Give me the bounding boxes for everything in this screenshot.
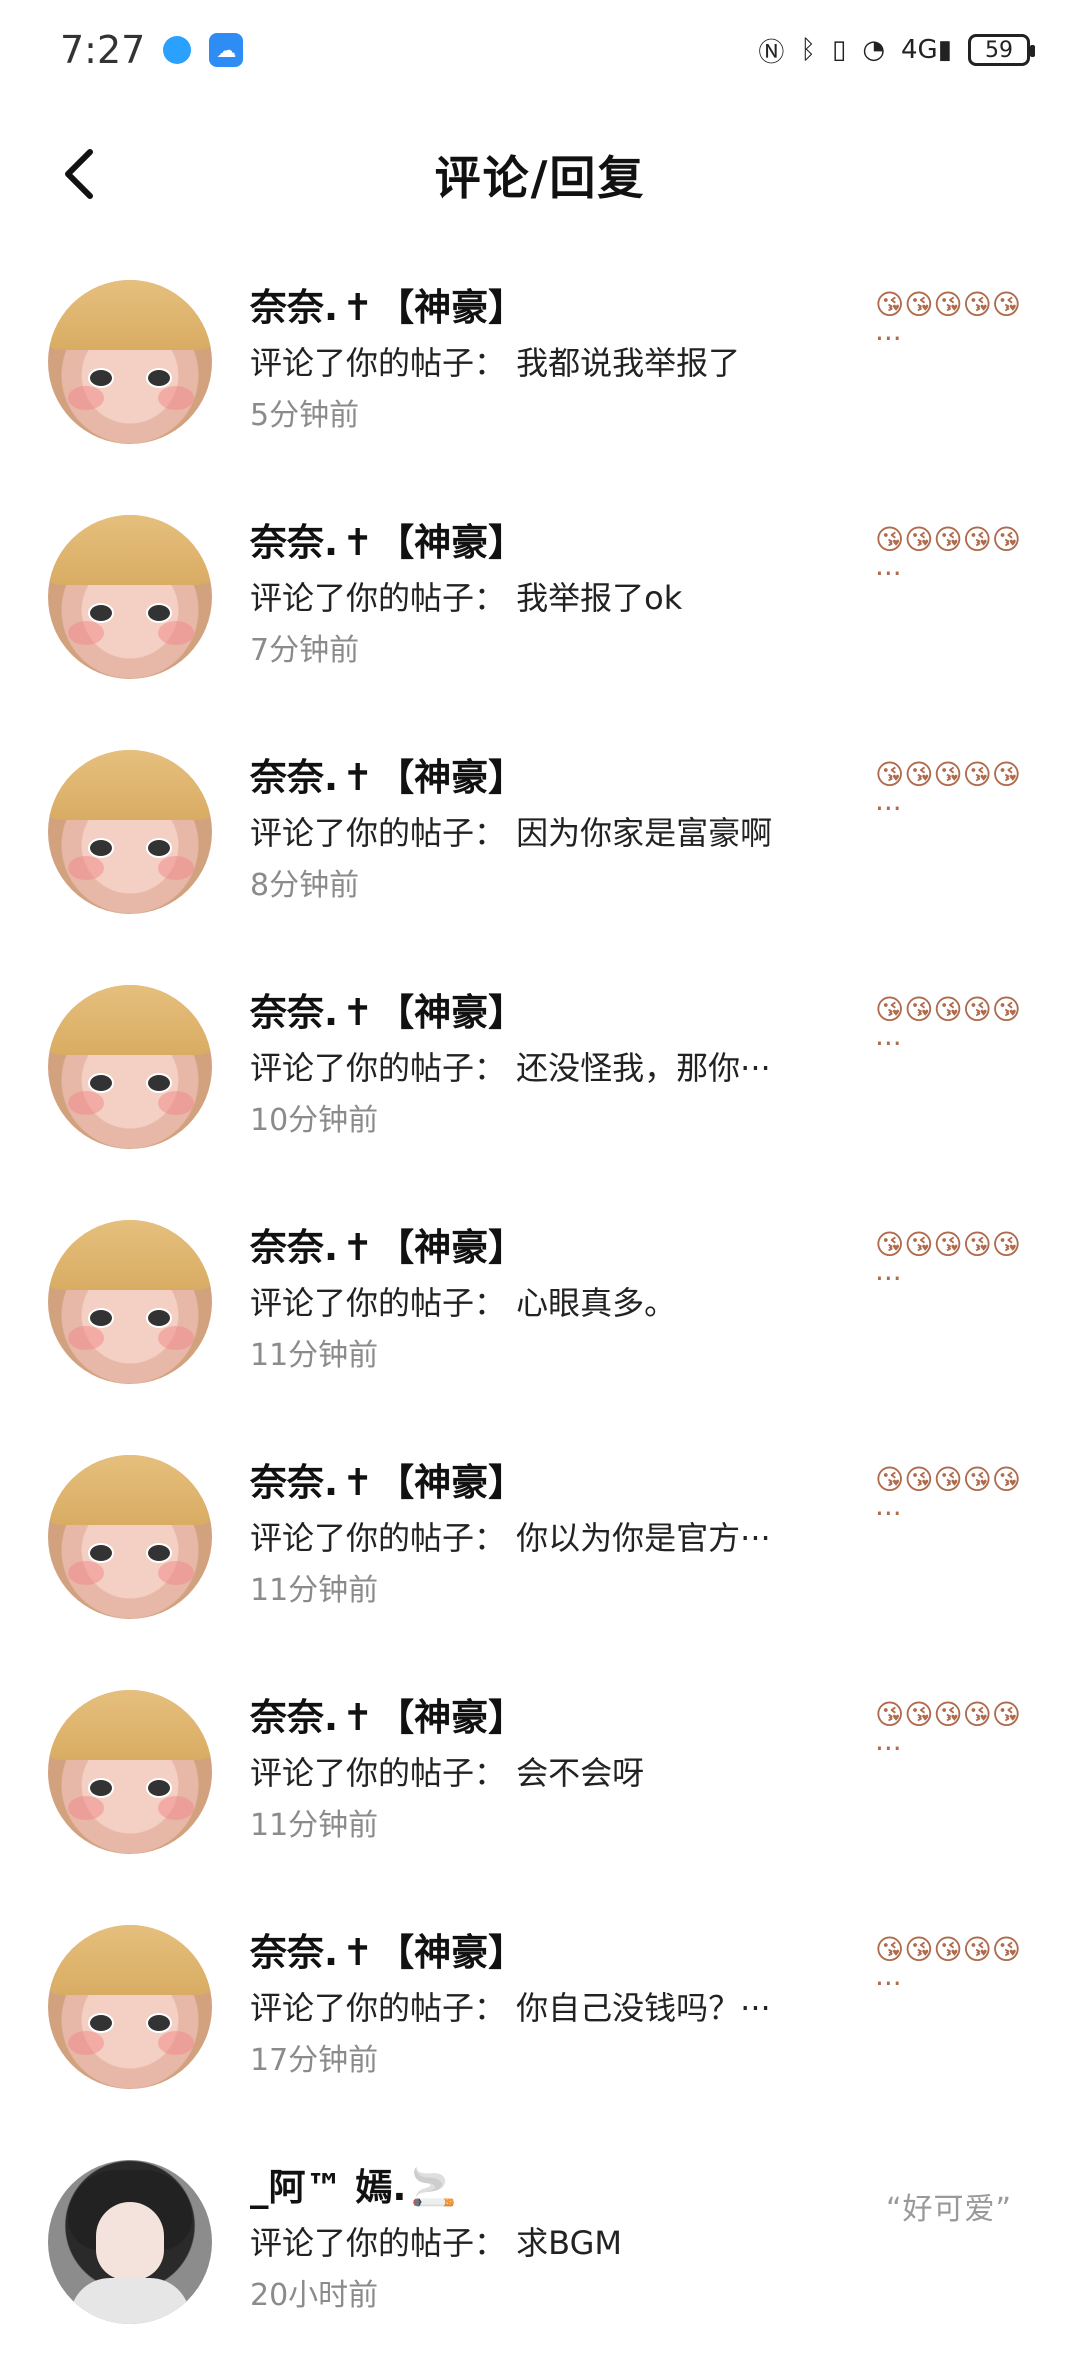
avatar[interactable] <box>48 1925 212 2089</box>
page-header: 评论/回复 <box>0 110 1080 240</box>
comment-text: 评论了你的帖子： 求BGM <box>250 2224 622 2262</box>
cross-icon: ✝ <box>342 1461 374 1504</box>
post-thumbnail-emojis[interactable]: 😘😘😘😘😘··· <box>875 288 1040 356</box>
post-thumbnail-emojis[interactable]: 😘😘😘😘😘··· <box>875 1933 1040 2001</box>
comment-text: 评论了你的帖子： 因为你家是富豪啊 <box>250 814 773 852</box>
comment-time: 11分钟前 <box>250 1338 379 1373</box>
weather-app-icon: ☁ <box>209 33 244 67</box>
comment-text: 评论了你的帖子： 我举报了ok <box>250 579 683 617</box>
comment-content: 奈奈. ✝ 【神豪】 评论了你的帖子： 还没怪我，那你··· 10分钟前 <box>250 985 840 1147</box>
user-name[interactable]: 奈奈. ✝ 【神豪】 <box>250 985 840 1041</box>
user-name[interactable]: 奈奈. ✝ 【神豪】 <box>250 1690 840 1746</box>
comment-content: 奈奈. ✝ 【神豪】 评论了你的帖子： 心眼真多。 11分钟前 <box>250 1220 840 1382</box>
back-button[interactable] <box>50 144 110 204</box>
comment-item[interactable]: 奈奈. ✝ 【神豪】 评论了你的帖子： 因为你家是富豪啊 8分钟前 😘😘😘😘😘·… <box>0 720 1080 955</box>
wifi-icon: ◔ <box>862 35 885 65</box>
post-thumbnail-emojis[interactable]: 😘😘😘😘😘··· <box>875 993 1040 1061</box>
post-thumbnail-emojis[interactable]: 😘😘😘😘😘··· <box>875 1698 1040 1766</box>
comment-time: 10分钟前 <box>250 1103 379 1138</box>
user-name[interactable]: _阿™ 嫣. 🚬 <box>250 2160 840 2216</box>
comment-text: 评论了你的帖子： 心眼真多。 <box>250 1284 677 1322</box>
avatar[interactable] <box>48 515 212 679</box>
vibrate-icon: ▯ <box>832 35 847 65</box>
avatar[interactable] <box>48 1455 212 1619</box>
comment-item[interactable]: 奈奈. ✝ 【神豪】 评论了你的帖子： 你以为你是官方··· 11分钟前 😘😘😘… <box>0 1425 1080 1660</box>
post-thumbnail-emojis[interactable]: 😘😘😘😘😘··· <box>875 523 1040 591</box>
chevron-left-icon <box>65 149 93 199</box>
status-right: Ⓝ ᛒ ▯ ◔ 4G▮ 59 <box>758 32 1035 69</box>
comment-time: 8分钟前 <box>250 868 360 903</box>
cross-icon: ✝ <box>342 1931 374 1974</box>
signal-4g-icon: 4G▮ <box>901 35 952 65</box>
battery-level: 59 <box>985 37 1013 63</box>
comment-time: 7分钟前 <box>250 633 360 668</box>
comment-list: 奈奈. ✝ 【神豪】 评论了你的帖子： 我都说我举报了 5分钟前 😘😘😘😘😘··… <box>0 250 1080 2365</box>
comment-text: 评论了你的帖子： 你自己没钱吗？··· <box>250 1989 771 2027</box>
battery-indicator: 59 <box>968 34 1035 66</box>
user-name[interactable]: 奈奈. ✝ 【神豪】 <box>250 1925 840 1981</box>
user-name[interactable]: 奈奈. ✝ 【神豪】 <box>250 750 840 806</box>
cigarette-icon: 🚬 <box>410 2166 457 2209</box>
post-thumbnail-emojis[interactable]: 😘😘😘😘😘··· <box>875 1228 1040 1296</box>
comment-text: 评论了你的帖子： 会不会呀 <box>250 1754 645 1792</box>
page-title: 评论/回复 <box>434 151 646 205</box>
comment-item[interactable]: _阿™ 嫣. 🚬 评论了你的帖子： 求BGM 20小时前 “好可爱” <box>0 2130 1080 2365</box>
cross-icon: ✝ <box>342 756 374 799</box>
cross-icon: ✝ <box>342 991 374 1034</box>
status-bar: 7:27 ☁ Ⓝ ᛒ ▯ ◔ 4G▮ 59 <box>0 0 1080 100</box>
comment-time: 5分钟前 <box>250 398 360 433</box>
cross-icon: ✝ <box>342 521 374 564</box>
avatar[interactable] <box>48 280 212 444</box>
comment-content: 奈奈. ✝ 【神豪】 评论了你的帖子： 因为你家是富豪啊 8分钟前 <box>250 750 840 912</box>
status-left: 7:27 ☁ <box>60 28 244 72</box>
comment-item[interactable]: 奈奈. ✝ 【神豪】 评论了你的帖子： 我举报了ok 7分钟前 😘😘😘😘😘··· <box>0 485 1080 720</box>
avatar[interactable] <box>48 1220 212 1384</box>
post-thumbnail-emojis[interactable]: 😘😘😘😘😘··· <box>875 758 1040 826</box>
comment-item[interactable]: 奈奈. ✝ 【神豪】 评论了你的帖子： 会不会呀 11分钟前 😘😘😘😘😘··· <box>0 1660 1080 1895</box>
bluetooth-icon: ᛒ <box>800 35 816 65</box>
comment-content: _阿™ 嫣. 🚬 评论了你的帖子： 求BGM 20小时前 <box>250 2160 840 2322</box>
user-name[interactable]: 奈奈. ✝ 【神豪】 <box>250 1455 840 1511</box>
cross-icon: ✝ <box>342 286 374 329</box>
comment-text: 评论了你的帖子： 我都说我举报了 <box>250 344 741 382</box>
status-time: 7:27 <box>60 28 146 72</box>
post-thumbnail-quote[interactable]: “好可爱” <box>886 2184 1012 2228</box>
comment-item[interactable]: 奈奈. ✝ 【神豪】 评论了你的帖子： 我都说我举报了 5分钟前 😘😘😘😘😘··… <box>0 250 1080 485</box>
comment-content: 奈奈. ✝ 【神豪】 评论了你的帖子： 会不会呀 11分钟前 <box>250 1690 840 1852</box>
app-notification-icon <box>163 36 192 64</box>
comment-content: 奈奈. ✝ 【神豪】 评论了你的帖子： 你自己没钱吗？··· 17分钟前 <box>250 1925 840 2087</box>
avatar[interactable] <box>48 1690 212 1854</box>
post-thumbnail-emojis[interactable]: 😘😘😘😘😘··· <box>875 1463 1040 1531</box>
comment-time: 17分钟前 <box>250 2043 379 2078</box>
comment-text: 评论了你的帖子： 你以为你是官方··· <box>250 1519 771 1557</box>
nfc-icon: Ⓝ <box>758 37 785 68</box>
cross-icon: ✝ <box>342 1226 374 1269</box>
comment-item[interactable]: 奈奈. ✝ 【神豪】 评论了你的帖子： 你自己没钱吗？··· 17分钟前 😘😘😘… <box>0 1895 1080 2130</box>
comment-time: 11分钟前 <box>250 1573 379 1608</box>
avatar[interactable] <box>48 985 212 1149</box>
comment-content: 奈奈. ✝ 【神豪】 评论了你的帖子： 我都说我举报了 5分钟前 <box>250 280 840 442</box>
user-name[interactable]: 奈奈. ✝ 【神豪】 <box>250 280 840 336</box>
comment-item[interactable]: 奈奈. ✝ 【神豪】 评论了你的帖子： 心眼真多。 11分钟前 😘😘😘😘😘··· <box>0 1190 1080 1425</box>
comment-content: 奈奈. ✝ 【神豪】 评论了你的帖子： 你以为你是官方··· 11分钟前 <box>250 1455 840 1617</box>
comment-time: 11分钟前 <box>250 1808 379 1843</box>
avatar[interactable] <box>48 750 212 914</box>
avatar[interactable] <box>48 2160 212 2324</box>
user-name[interactable]: 奈奈. ✝ 【神豪】 <box>250 1220 840 1276</box>
comment-item[interactable]: 奈奈. ✝ 【神豪】 评论了你的帖子： 还没怪我，那你··· 10分钟前 😘😘😘… <box>0 955 1080 1190</box>
comment-content: 奈奈. ✝ 【神豪】 评论了你的帖子： 我举报了ok 7分钟前 <box>250 515 840 677</box>
user-name[interactable]: 奈奈. ✝ 【神豪】 <box>250 515 840 571</box>
cross-icon: ✝ <box>342 1696 374 1739</box>
comment-time: 20小时前 <box>250 2278 379 2313</box>
comment-text: 评论了你的帖子： 还没怪我，那你··· <box>250 1049 771 1087</box>
